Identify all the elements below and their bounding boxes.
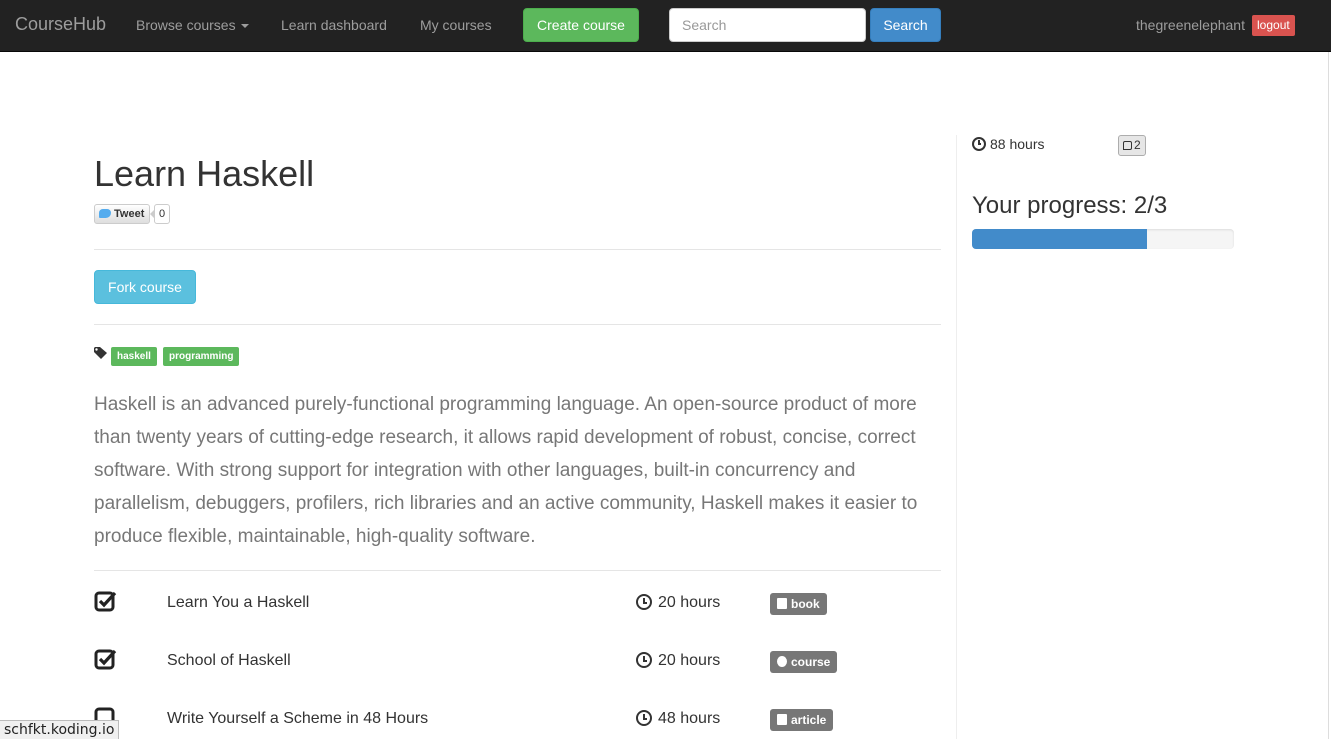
scrollbar-edge xyxy=(1328,52,1329,739)
divider xyxy=(94,249,941,250)
thumbs-up-icon xyxy=(1123,141,1132,150)
course-item-hours: 20 hours xyxy=(658,652,721,669)
course-item-hours: 20 hours xyxy=(658,594,721,611)
browse-courses-label: Browse courses xyxy=(136,17,236,33)
twitter-bird-icon xyxy=(99,209,111,218)
tag-programming[interactable]: programming xyxy=(163,347,240,366)
tag-haskell[interactable]: haskell xyxy=(111,347,157,366)
status-bar-url: schfkt.koding.io xyxy=(0,720,120,739)
progress-bar xyxy=(972,229,1234,249)
course-description: Haskell is an advanced purely-functional… xyxy=(94,394,918,547)
create-course-button[interactable]: Create course xyxy=(523,8,639,42)
tweet-button[interactable]: Tweet xyxy=(94,204,151,224)
type-badge-article: article xyxy=(770,709,834,731)
clock-icon xyxy=(636,652,652,668)
course-item-title[interactable]: Learn You a Haskell xyxy=(167,594,309,612)
browse-courses-dropdown[interactable]: Browse courses xyxy=(136,17,249,33)
checked-checkbox-icon[interactable] xyxy=(94,590,118,614)
checked-checkbox-icon[interactable] xyxy=(94,648,118,672)
clock-icon xyxy=(972,137,986,151)
course-item-hours: 48 hours xyxy=(658,710,721,727)
divider xyxy=(94,570,941,571)
globe-icon xyxy=(777,656,787,667)
type-badge-label: article xyxy=(791,713,827,727)
logout-button[interactable]: logout xyxy=(1252,15,1295,36)
book-icon xyxy=(777,598,787,609)
article-icon xyxy=(777,714,787,725)
search-input[interactable] xyxy=(669,8,866,42)
brand-logo[interactable]: CourseHub xyxy=(15,14,106,35)
nav-my-courses[interactable]: My courses xyxy=(420,17,492,33)
caret-down-icon xyxy=(240,24,249,29)
search-button[interactable]: Search xyxy=(870,8,941,42)
fork-course-button[interactable]: Fork course xyxy=(94,270,196,304)
progress-bar-fill xyxy=(972,229,1147,249)
progress-label: Your progress: 2/3 xyxy=(972,192,1168,219)
type-badge-label: book xyxy=(791,597,820,611)
type-badge-book: book xyxy=(770,593,827,615)
top-navbar: CourseHub Browse courses Learn dashboard… xyxy=(0,0,1331,52)
tag-icon xyxy=(94,347,107,359)
course-title: Learn Haskell xyxy=(94,153,315,194)
type-badge-label: course xyxy=(791,655,831,669)
like-button[interactable]: 2 xyxy=(1118,135,1146,156)
tweet-count: 0 xyxy=(149,204,171,224)
course-item-title[interactable]: Write Yourself a Scheme in 48 Hours xyxy=(167,710,428,728)
total-hours: 88 hours xyxy=(990,136,1045,152)
clock-icon xyxy=(636,594,652,610)
type-badge-course: course xyxy=(770,651,838,673)
clock-icon xyxy=(636,710,652,726)
divider xyxy=(94,324,941,325)
sidebar-divider xyxy=(956,135,957,739)
tweet-label: Tweet xyxy=(114,208,145,220)
nav-learn-dashboard[interactable]: Learn dashboard xyxy=(281,17,387,33)
username-link[interactable]: thegreenelephant xyxy=(1136,17,1245,33)
course-item-title[interactable]: School of Haskell xyxy=(167,652,291,670)
like-count: 2 xyxy=(1134,138,1141,152)
